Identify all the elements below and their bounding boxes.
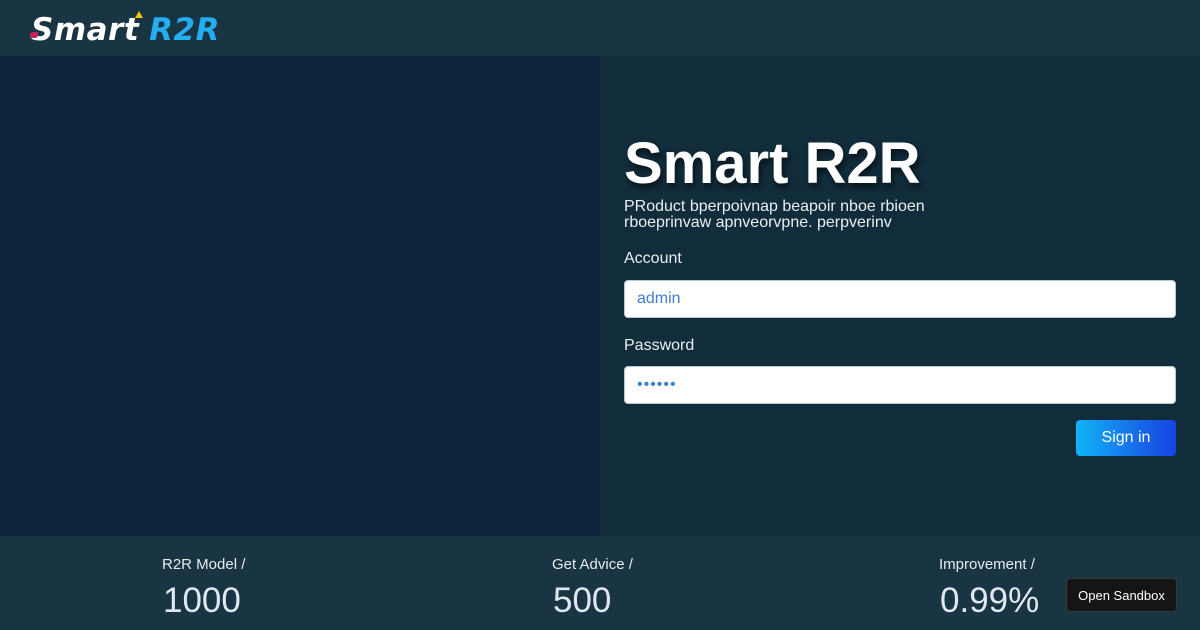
stat-label: Get Advice / <box>552 556 633 573</box>
hero-panel <box>0 56 600 536</box>
password-input[interactable] <box>624 366 1176 404</box>
product-description: PRoduct bperpoivnap beapoir nboe rbioen … <box>624 198 925 231</box>
top-header: Smart R2R <box>0 0 1200 56</box>
stat-value: 500 <box>553 581 612 620</box>
open-sandbox-button[interactable]: Open Sandbox <box>1066 578 1177 612</box>
login-panel: Smart R2R PRoduct bperpoivnap beapoir nb… <box>600 56 1200 536</box>
stats-bar: R2R Model / 1000 Get Advice / 500 Improv… <box>0 536 1200 630</box>
account-label: Account <box>624 250 682 267</box>
stat-label: Improvement / <box>939 556 1035 573</box>
logo-word-smart: Smart <box>31 12 140 48</box>
logo-word-r2r: R2R <box>149 12 220 48</box>
page-title: Smart R2R <box>624 131 921 196</box>
account-input[interactable] <box>624 280 1176 318</box>
stat-value: 0.99% <box>940 581 1040 620</box>
stat-value: 1000 <box>163 581 241 620</box>
logo-flag-icon <box>135 11 143 18</box>
password-label: Password <box>624 337 695 354</box>
logo-mark-icon <box>30 32 38 38</box>
stat-label: R2R Model / <box>162 556 246 573</box>
app-logo[interactable]: Smart R2R <box>30 11 220 48</box>
sign-in-button[interactable]: Sign in <box>1076 420 1176 456</box>
